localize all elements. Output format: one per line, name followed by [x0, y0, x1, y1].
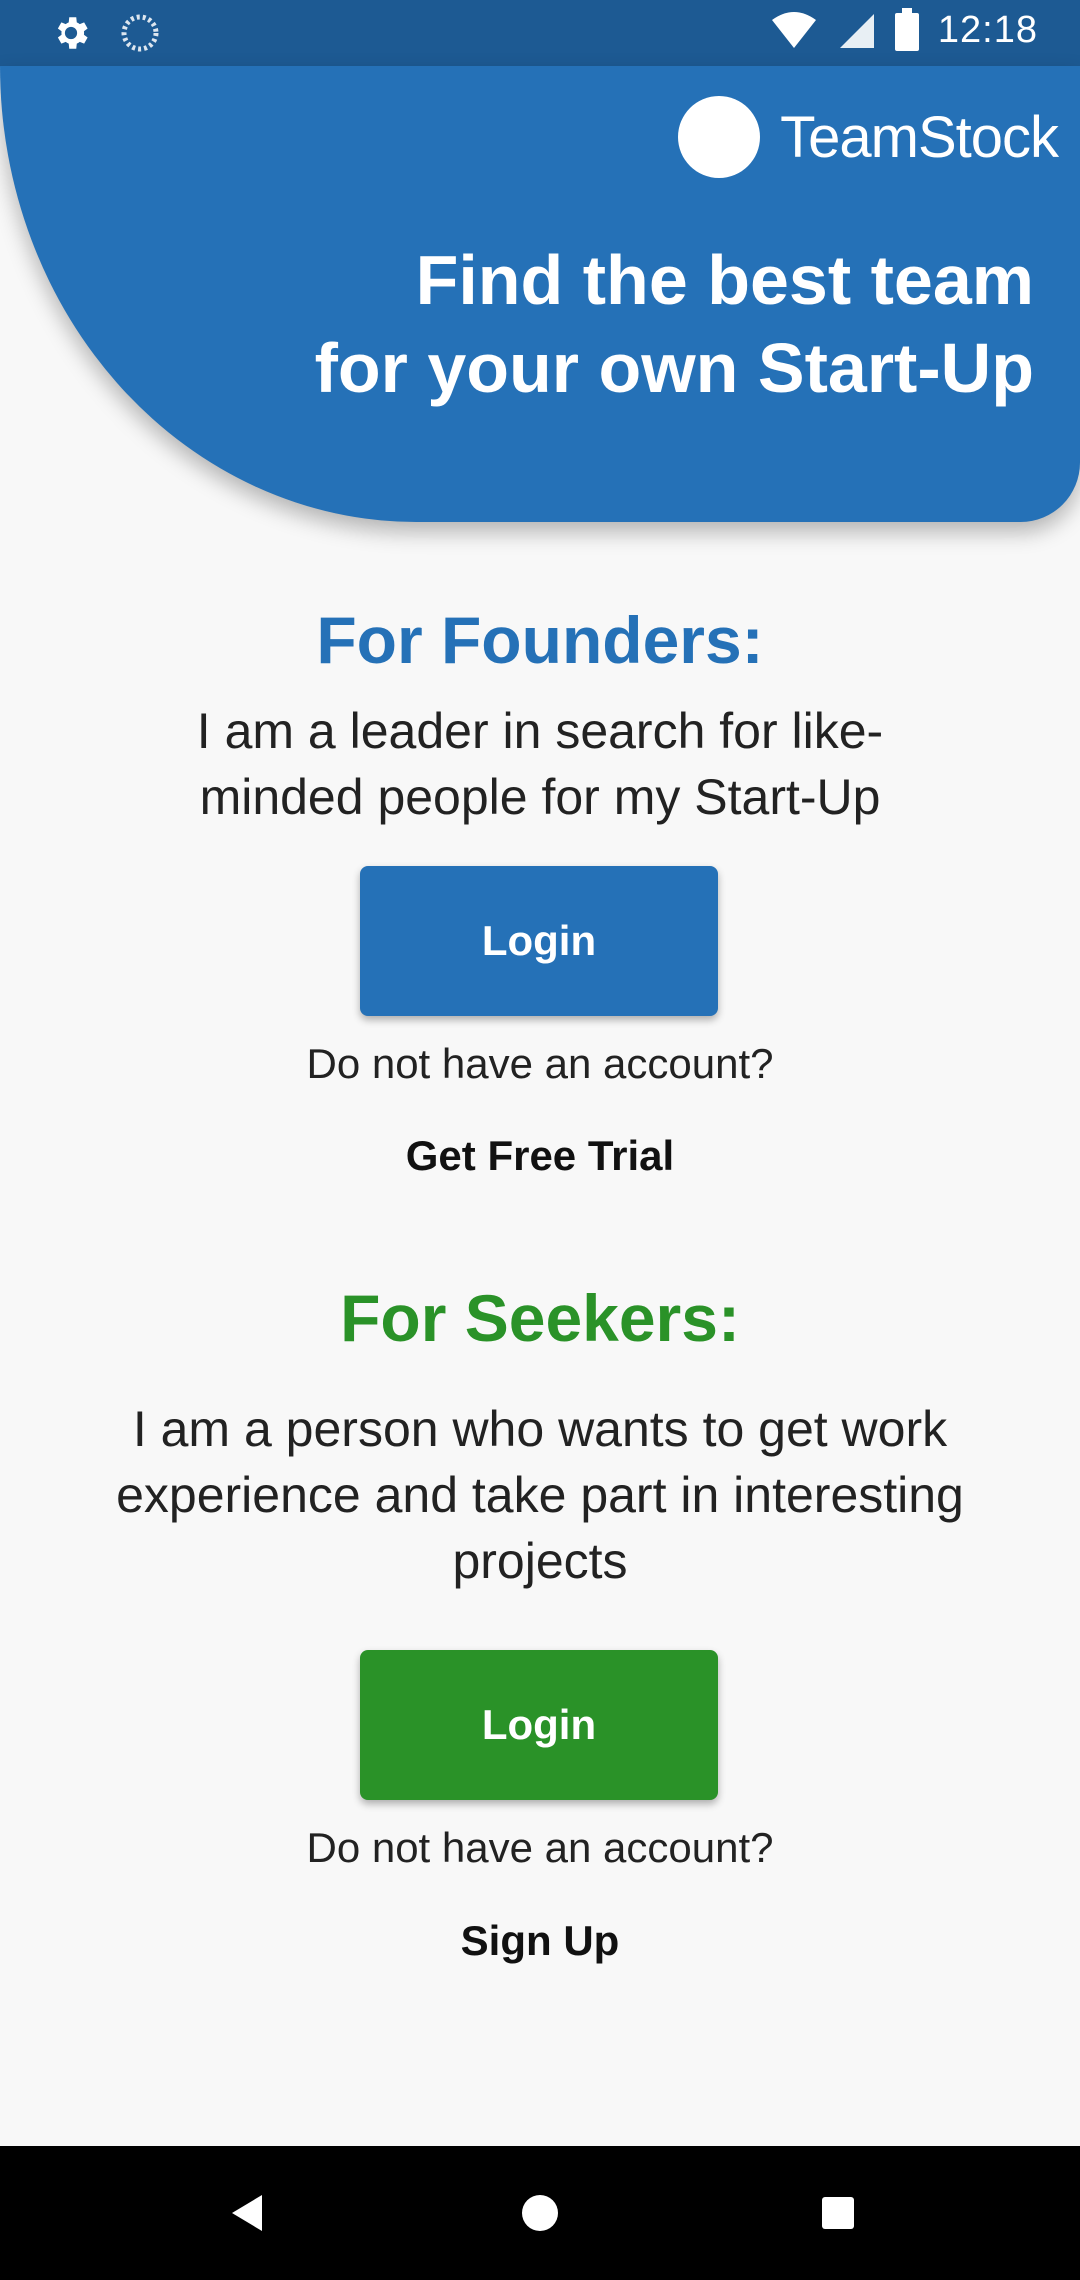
get-free-trial-link[interactable]: Get Free Trial: [0, 1132, 1080, 1180]
status-left-icons: [50, 12, 160, 54]
status-right-icons: 12:18: [770, 8, 1038, 52]
loading-icon: [121, 14, 159, 52]
founders-description-line-2: minded people for my Start-Up: [199, 769, 881, 825]
wifi-icon: [771, 12, 816, 48]
app-name: TeamStock: [780, 104, 1059, 170]
navigation-bar: [0, 2146, 1080, 2280]
battery-icon: [894, 8, 919, 51]
settings-icon: [57, 17, 88, 49]
seekers-login-button[interactable]: Login: [360, 1650, 718, 1800]
recents-icon[interactable]: [816, 2181, 860, 2245]
founders-title: For Founders:: [316, 603, 764, 677]
tagline-line-1: Find the best team: [415, 241, 1034, 319]
founders-login-button[interactable]: Login: [360, 866, 718, 1016]
sign-up-link[interactable]: Sign Up: [0, 1917, 1080, 1965]
signal-icon: [839, 14, 874, 48]
founders-description-line-1: I am a leader in search for like-: [196, 703, 884, 759]
tagline: Find the best team for your own Start-Up: [315, 236, 1034, 412]
status-bar: 12:18: [0, 0, 1080, 66]
home-icon[interactable]: [518, 2181, 562, 2245]
seekers-title: For Seekers:: [340, 1281, 740, 1355]
back-icon[interactable]: [222, 2181, 266, 2245]
status-time: 12:18: [937, 8, 1038, 51]
seekers-description-line-3: projects: [452, 1533, 628, 1589]
founders-description: I am a leader in search for like- minded…: [40, 698, 1040, 830]
logo-circle-icon: [678, 96, 761, 178]
seekers-description: I am a person who wants to get work expe…: [40, 1396, 1040, 1594]
seekers-description-line-2: experience and take part in interesting: [116, 1467, 964, 1523]
seekers-description-line-1: I am a person who wants to get work: [132, 1401, 948, 1457]
seekers-no-account-text: Do not have an account?: [306, 1824, 774, 1871]
header-banner: TeamStock Find the best team for your ow…: [0, 66, 1080, 522]
tagline-line-2: for your own Start-Up: [314, 329, 1034, 407]
founders-no-account-text: Do not have an account?: [306, 1040, 774, 1087]
app-logo: TeamStock: [678, 96, 1059, 178]
